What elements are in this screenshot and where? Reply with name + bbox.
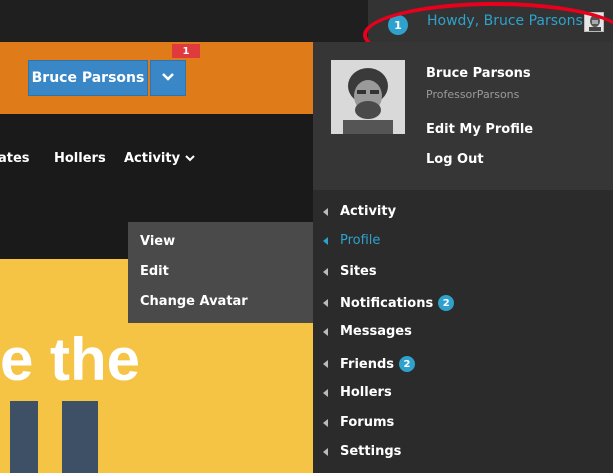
menu-item-settings[interactable]: Settings bbox=[323, 444, 401, 459]
user-menu-toggle[interactable] bbox=[150, 60, 186, 96]
submenu-item-change-avatar[interactable]: Change Avatar bbox=[140, 294, 248, 309]
profile-username: ProfessorParsons bbox=[426, 88, 520, 101]
menu-item-label: Activity bbox=[340, 204, 397, 219]
arrow-left-icon bbox=[323, 447, 328, 456]
arrow-left-icon bbox=[323, 418, 328, 427]
hero-text: e the bbox=[0, 326, 141, 393]
avatar[interactable] bbox=[331, 60, 405, 134]
menu-item-label: Forums bbox=[340, 415, 395, 430]
chevron-down-icon bbox=[162, 70, 174, 86]
arrow-left-icon bbox=[323, 360, 328, 368]
edit-profile-link[interactable]: Edit My Profile bbox=[426, 122, 533, 137]
arrow-left-icon bbox=[323, 236, 328, 245]
menu-item-notifications[interactable]: Notifications 2 bbox=[323, 295, 455, 311]
menu-item-label: Sites bbox=[340, 264, 377, 279]
menu-item-label: Notifications bbox=[340, 295, 434, 311]
submenu-item-edit[interactable]: Edit bbox=[140, 264, 169, 279]
menu-item-sites[interactable]: Sites bbox=[323, 264, 377, 279]
menu-item-label: Hollers bbox=[340, 385, 392, 400]
menu-item-label: Profile bbox=[340, 233, 381, 248]
arrow-left-icon bbox=[323, 388, 328, 397]
arrow-left-icon bbox=[323, 327, 328, 336]
logout-link[interactable]: Log Out bbox=[426, 152, 484, 167]
menu-item-messages[interactable]: Messages bbox=[323, 324, 412, 339]
arrow-left-icon bbox=[323, 207, 328, 216]
chevron-down-icon bbox=[184, 151, 195, 166]
activity-submenu: View Edit Change Avatar bbox=[128, 222, 313, 323]
submenu-item-view[interactable]: View bbox=[140, 234, 175, 249]
nav-item-hollers[interactable]: Hollers bbox=[54, 151, 106, 166]
friends-count-badge: 2 bbox=[399, 356, 416, 372]
hero-letter-shape bbox=[10, 401, 38, 473]
menu-item-label: Friends bbox=[340, 356, 395, 372]
profile-name[interactable]: Bruce Parsons bbox=[426, 66, 531, 81]
notification-badge: 1 bbox=[172, 44, 200, 58]
arrow-left-icon bbox=[323, 267, 328, 276]
user-menu-button[interactable]: Bruce Parsons bbox=[28, 60, 148, 96]
nav-item-activity[interactable]: Activity bbox=[124, 151, 195, 166]
menu-item-friends[interactable]: Friends 2 bbox=[323, 356, 416, 372]
arrow-left-icon bbox=[323, 299, 328, 307]
menu-item-activity[interactable]: Activity bbox=[323, 204, 396, 219]
menu-item-label: Messages bbox=[340, 324, 412, 339]
notifications-count-badge: 2 bbox=[438, 295, 455, 311]
menu-item-profile[interactable]: Profile bbox=[323, 233, 380, 248]
nav-item-updates[interactable]: ates bbox=[0, 151, 30, 166]
hero-letter-shape bbox=[62, 401, 98, 473]
menu-item-forums[interactable]: Forums bbox=[323, 415, 394, 430]
menu-item-hollers[interactable]: Hollers bbox=[323, 385, 392, 400]
profile-summary: Bruce Parsons ProfessorParsons Edit My P… bbox=[313, 42, 613, 190]
menu-item-label: Settings bbox=[340, 444, 402, 459]
nav-item-activity-label: Activity bbox=[124, 151, 181, 166]
account-dropdown: Bruce Parsons ProfessorParsons Edit My P… bbox=[313, 42, 613, 473]
